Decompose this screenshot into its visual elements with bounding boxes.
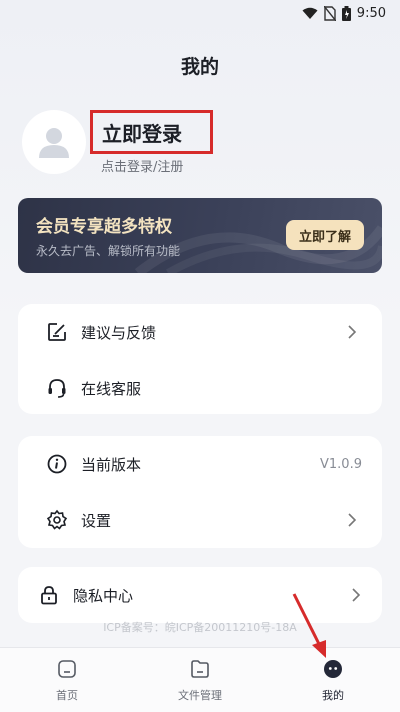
gear-icon: [46, 509, 68, 530]
feedback-edit-icon: [48, 323, 66, 341]
page-title: 我的: [180, 56, 219, 78]
vip-title: 会员专享超多特权: [36, 217, 172, 237]
nav-label: 我的: [322, 689, 344, 702]
vip-banner[interactable]: 会员专享超多特权 永久去广告、解锁所有功能 立即了解: [18, 198, 382, 273]
avatar[interactable]: [22, 110, 86, 174]
menu-card-support: 建议与反馈 在线客服: [18, 304, 382, 414]
annotation-arrow: [292, 593, 326, 658]
folder-icon: [191, 660, 209, 678]
login-title[interactable]: 立即登录: [90, 110, 213, 154]
info-icon: [47, 454, 67, 474]
login-register-link[interactable]: 点击登录/注册: [101, 156, 183, 175]
battery-icon: [341, 5, 351, 21]
vip-learn-more-button[interactable]: 立即了解: [286, 220, 364, 250]
user-placeholder-icon: [39, 128, 69, 158]
home-icon: [58, 660, 76, 678]
menu-item-label: 隐私中心: [73, 586, 134, 605]
nav-tab-home[interactable]: 首页: [0, 648, 134, 712]
menu-item-label: 建议与反馈: [81, 323, 157, 342]
chevron-right-icon: [352, 588, 361, 602]
version-value: V1.0.9: [320, 456, 362, 472]
icp-record-text: ICP备案号：皖ICP备20011210号-18A: [103, 621, 297, 634]
nav-label: 首页: [56, 689, 78, 702]
login-title-text: 立即登录: [102, 121, 182, 146]
nav-label: 文件管理: [178, 689, 222, 702]
no-sim-icon: [323, 5, 336, 21]
vip-subtitle: 永久去广告、解锁所有功能: [36, 244, 181, 258]
menu-item-version[interactable]: 当前版本 V1.0.9: [18, 436, 382, 492]
lock-icon: [41, 586, 57, 605]
nav-tab-file-manager[interactable]: 文件管理: [133, 648, 267, 712]
status-bar: 9:50: [0, 0, 400, 26]
menu-item-label: 在线客服: [81, 379, 142, 398]
menu-item-label: 当前版本: [81, 455, 142, 474]
bottom-nav: 首页 文件管理 我的: [0, 647, 400, 712]
menu-item-label: 设置: [81, 511, 112, 530]
wifi-icon: [302, 7, 318, 19]
menu-item-feedback[interactable]: 建议与反馈: [18, 304, 382, 360]
profile-icon: [324, 660, 342, 678]
chevron-right-icon: [348, 325, 357, 339]
headset-icon: [48, 379, 66, 398]
menu-item-settings[interactable]: 设置: [18, 492, 382, 548]
menu-item-customer-service[interactable]: 在线客服: [18, 360, 382, 416]
menu-card-app: 当前版本 V1.0.9 设置: [18, 436, 382, 548]
chevron-right-icon: [348, 513, 357, 527]
status-time: 9:50: [356, 5, 386, 21]
